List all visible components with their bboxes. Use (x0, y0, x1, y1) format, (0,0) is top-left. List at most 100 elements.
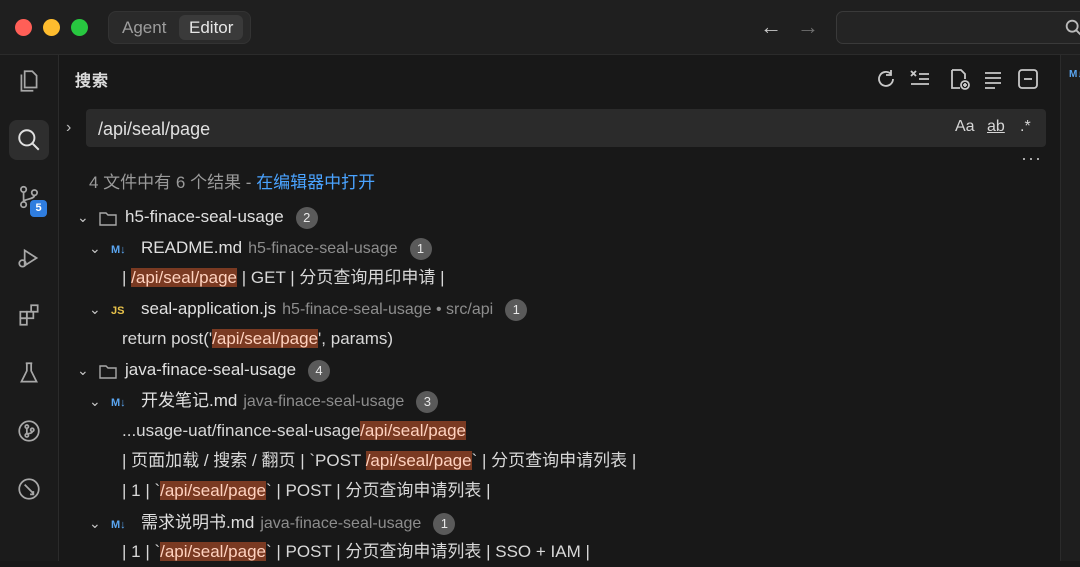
match-highlight: /api/seal/page (131, 268, 238, 287)
toggle-replace-chevron-icon[interactable]: › (66, 119, 71, 137)
markdown-file-icon: M↓ (111, 397, 126, 409)
match-line[interactable]: return post('/api/seal/page', params) (122, 324, 393, 354)
result-count-badge: 1 (409, 237, 432, 260)
folder-row[interactable]: ⌄ h5-finace-seal-usage 2 (77, 202, 318, 232)
file-row[interactable]: ⌄ M↓ 开发笔记.md java-finace-seal-usage 3 (89, 386, 439, 416)
file-path: java-finace-seal-usage (243, 393, 405, 410)
more-options-icon[interactable]: ··· (1021, 148, 1042, 169)
match-line[interactable]: | /api/seal/page | GET | 分页查询用印申请 | (122, 263, 445, 293)
view-as-list-icon[interactable] (981, 67, 1005, 91)
match-prefix: | (122, 268, 132, 287)
markdown-file-icon: M↓ (111, 244, 126, 256)
match-highlight: /api/seal/page (365, 451, 472, 470)
mode-switcher: Agent Editor (108, 11, 251, 44)
file-path: h5-finace-seal-usage (248, 240, 398, 257)
match-line[interactable]: ...usage-uat/finance-seal-usage/api/seal… (122, 416, 467, 446)
result-count-badge: 3 (416, 390, 439, 413)
agent-tab[interactable]: Agent (112, 15, 176, 40)
folder-name: h5-finace-seal-usage (125, 207, 284, 226)
testing-button[interactable] (9, 353, 49, 393)
match-line[interactable]: | 1 | `/api/seal/page` | POST | 分页查询申请列表… (122, 476, 491, 506)
title-bar: Agent Editor ← → (0, 0, 1080, 55)
command-center-input[interactable] (836, 11, 1080, 44)
regex-toggle[interactable]: .* (1020, 118, 1031, 136)
editor-tab[interactable]: Editor (179, 15, 244, 40)
clear-results-icon[interactable] (908, 67, 932, 91)
file-path: h5-finace-seal-usage • src/api (282, 301, 494, 318)
file-path: java-finace-seal-usage (260, 515, 422, 532)
chevron-down-icon: ⌄ (89, 393, 101, 409)
panel-title: 搜索 (75, 73, 110, 90)
source-control-badge: 5 (30, 200, 47, 217)
git-graph-icon (18, 420, 40, 442)
chevron-down-icon: ⌄ (89, 301, 101, 317)
search-input[interactable] (96, 116, 940, 142)
whole-word-toggle[interactable]: ab (987, 118, 1005, 136)
file-row[interactable]: ⌄ JS seal-application.js h5-finace-seal-usa… (89, 294, 528, 324)
file-row[interactable]: ⌄ M↓ 需求说明书.md java-finace-seal-usage 1 (89, 508, 456, 538)
match-prefix: | 1 | ` (122, 542, 161, 561)
match-suffix: ` | 分页查询申请列表 | (471, 451, 637, 470)
markdown-tab-icon[interactable]: M↓ (1069, 69, 1080, 80)
folder-icon (99, 211, 117, 226)
files-icon (20, 70, 38, 92)
file-name: seal-application.js (141, 299, 277, 318)
chevron-down-icon: ⌄ (77, 362, 89, 378)
summary-text: 4 文件中有 6 个结果 - (89, 173, 257, 192)
match-prefix: | 1 | ` (122, 481, 161, 500)
result-count-badge: 1 (433, 512, 456, 535)
close-window-button[interactable] (15, 19, 32, 36)
result-count-badge: 4 (308, 359, 331, 382)
match-highlight: /api/seal/page (212, 329, 319, 348)
git-graph-button[interactable] (9, 411, 49, 451)
match-highlight: /api/seal/page (160, 542, 266, 561)
minimize-window-button[interactable] (43, 19, 60, 36)
match-suffix: ', params) (318, 329, 394, 348)
match-case-toggle[interactable]: Aa (955, 118, 975, 136)
file-name: 需求说明书.md (141, 513, 255, 532)
match-prefix: | 页面加载 / 搜索 / 翻页 | `POST (122, 451, 366, 470)
result-count-badge: 1 (505, 298, 528, 321)
javascript-file-icon: JS (111, 305, 125, 317)
match-highlight: /api/seal/page (360, 421, 467, 440)
file-row[interactable]: ⌄ M↓ README.md h5-finace-seal-usage 1 (89, 233, 432, 263)
activity-bar: 5 (0, 55, 59, 561)
folder-row[interactable]: ⌄ java-finace-seal-usage 4 (77, 355, 331, 385)
search-icon (1065, 19, 1080, 36)
run-debug-button[interactable] (9, 238, 49, 278)
chevron-down-icon: ⌄ (77, 209, 89, 225)
search-panel: 搜索 › Aa ab .* ··· 4 文件中有 6 个结果 - 在编辑器中打开… (59, 55, 1060, 561)
search-icon (18, 129, 40, 151)
chevron-down-icon: ⌄ (89, 515, 101, 531)
maximize-window-button[interactable] (71, 19, 88, 36)
file-name: README.md (141, 238, 243, 257)
match-line[interactable]: | 页面加载 / 搜索 / 翻页 | `POST /api/seal/page`… (122, 446, 636, 476)
search-button[interactable] (9, 120, 49, 160)
match-suffix: ` | POST | 分页查询申请列表 | (266, 481, 491, 500)
chevron-down-icon: ⌄ (89, 240, 101, 256)
folder-name: java-finace-seal-usage (125, 360, 297, 379)
match-highlight: /api/seal/page (160, 481, 266, 500)
collapse-all-icon[interactable] (1016, 67, 1040, 91)
remote-explorer-icon (18, 478, 40, 500)
refresh-icon[interactable] (874, 67, 898, 91)
run-debug-icon (18, 248, 39, 268)
match-suffix: | GET | 分页查询用印申请 | (237, 268, 445, 287)
results-summary: 4 文件中有 6 个结果 - 在编辑器中打开 (89, 168, 375, 193)
open-in-editor-link[interactable]: 在编辑器中打开 (256, 173, 375, 192)
flask-icon (20, 362, 38, 383)
explorer-button[interactable] (9, 61, 49, 101)
extensions-button[interactable] (9, 295, 49, 335)
match-line[interactable]: | 1 | `/api/seal/page` | POST | 分页查询申请列表… (122, 537, 590, 567)
extensions-icon (19, 304, 39, 326)
match-prefix: return post(' (122, 329, 213, 348)
result-count-badge: 2 (295, 206, 318, 229)
back-arrow-icon[interactable]: ← (760, 14, 782, 40)
forward-arrow-icon[interactable]: → (797, 14, 819, 40)
search-box: Aa ab .* (86, 109, 1046, 147)
remote-explorer-button[interactable] (9, 469, 49, 509)
new-search-editor-icon[interactable] (947, 67, 971, 91)
editor-area-edge: M↓ (1060, 55, 1080, 561)
markdown-file-icon: M↓ (111, 519, 126, 531)
match-prefix: ...usage-uat/finance-seal-usage (122, 421, 361, 440)
